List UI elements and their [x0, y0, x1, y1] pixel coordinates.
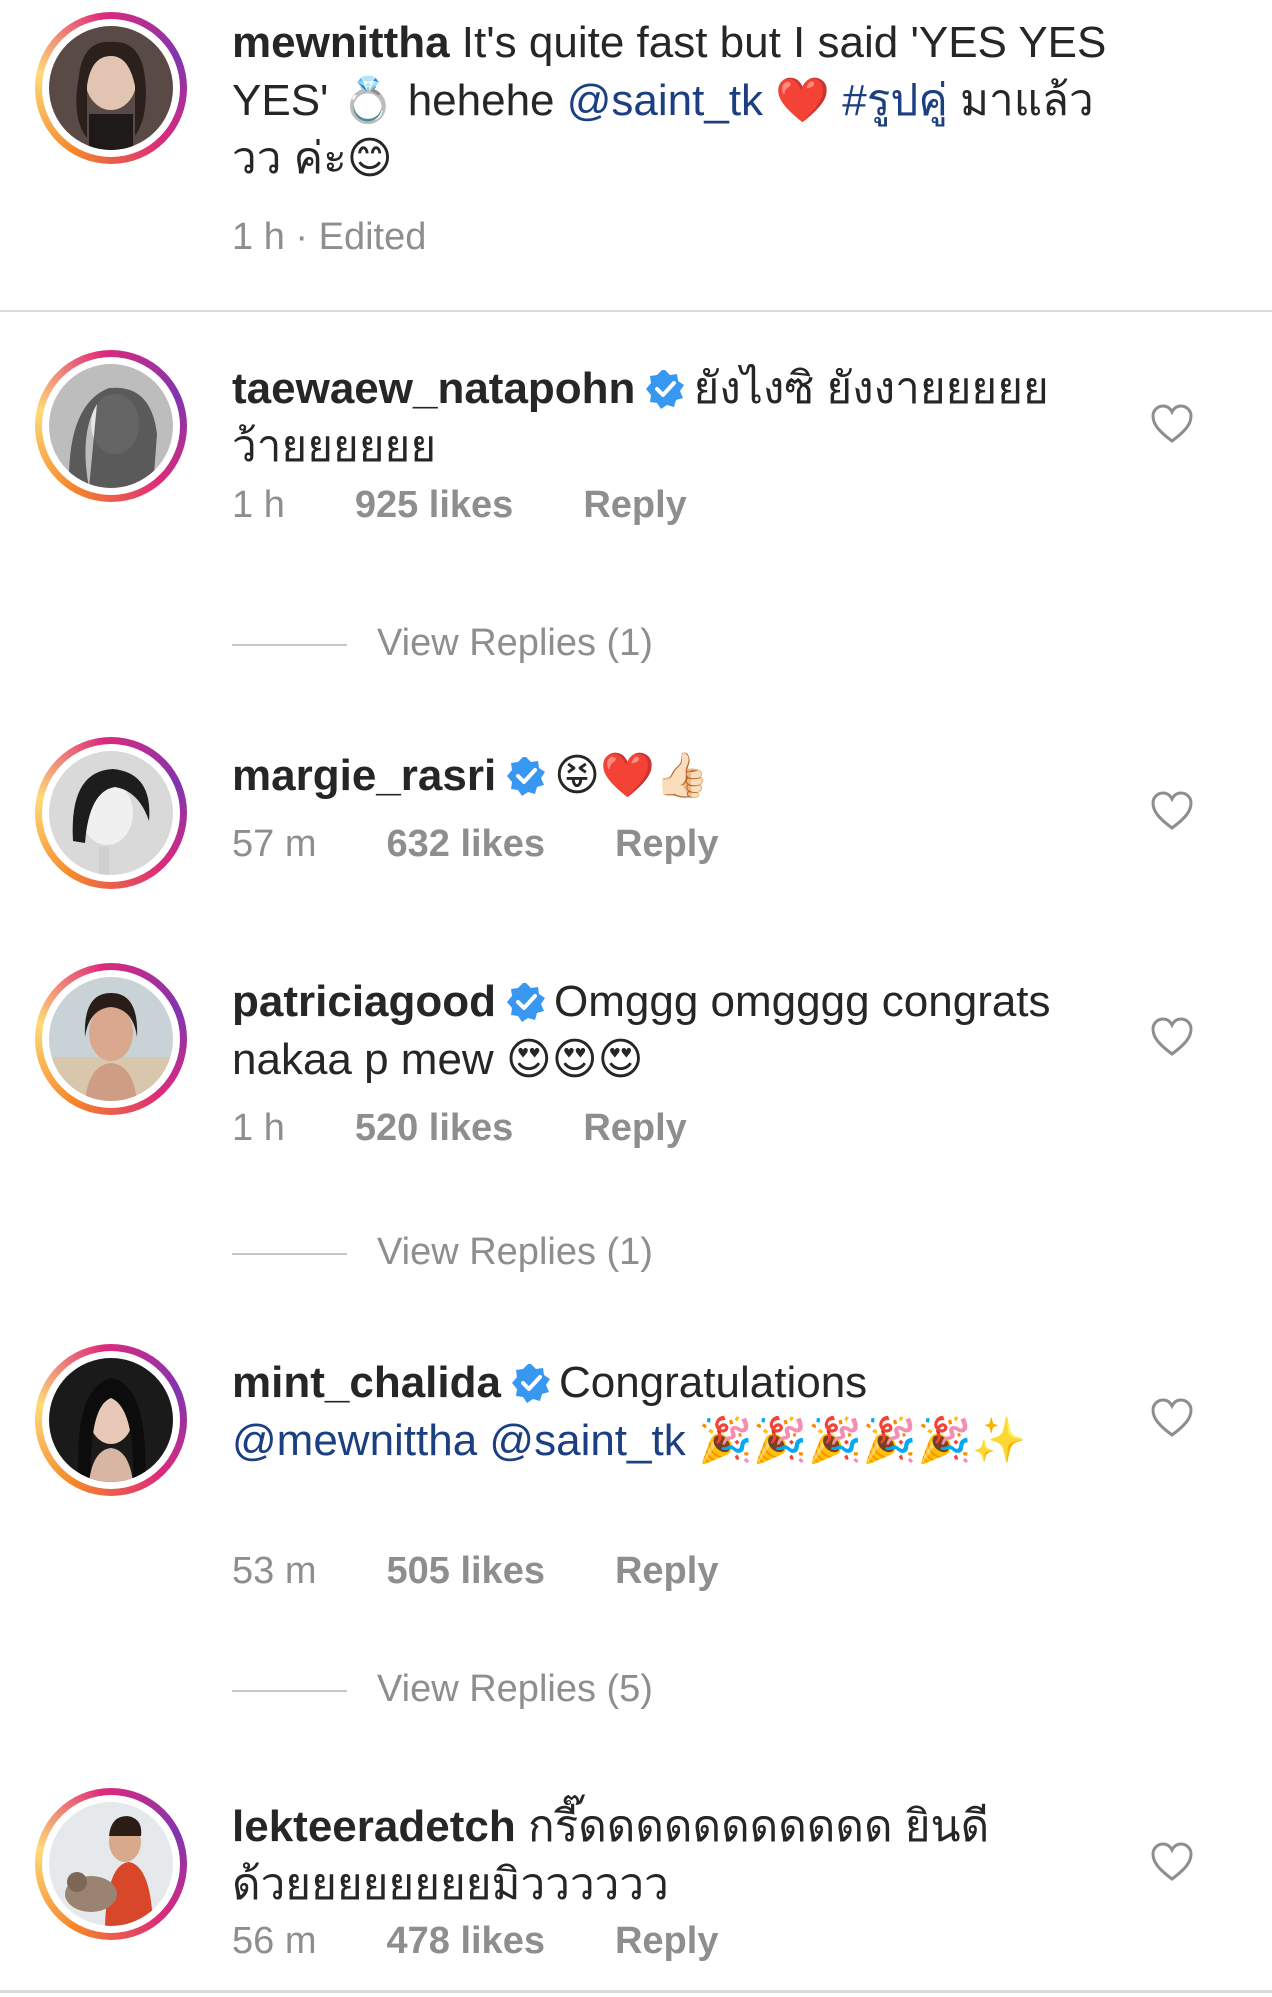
heart-emoji: ❤️ [763, 76, 843, 125]
avatar-mewnittha[interactable] [35, 12, 187, 164]
view-replies-button[interactable]: View Replies (1) [232, 622, 653, 665]
celebration-emoji: 🎉🎉🎉🎉🎉✨ [685, 1416, 1027, 1465]
caption-divider [0, 310, 1272, 312]
post-caption: mewnittha It's quite fast but I said 'YE… [0, 0, 1272, 310]
comment-likes[interactable]: 520 likes [355, 1107, 513, 1150]
comment-text: 😝❤️👍🏻 [554, 751, 710, 800]
avatar-patriciagood[interactable] [35, 963, 187, 1115]
view-replies-button[interactable]: View Replies (5) [232, 1668, 653, 1711]
verified-badge-icon [511, 1364, 550, 1403]
comment-meta: 56 m 478 likes Reply [232, 1920, 718, 1963]
mention-mewnittha[interactable]: @mewnittha [232, 1416, 477, 1465]
comment-meta: 1 h 520 likes Reply [232, 1107, 687, 1150]
avatar-lekteeradetch[interactable] [35, 1788, 187, 1940]
comment-time: 1 h [232, 1107, 285, 1149]
caption-username[interactable]: mewnittha [232, 18, 450, 67]
view-replies-line [232, 1252, 347, 1255]
reply-button[interactable]: Reply [615, 823, 718, 866]
mention-saint-tk[interactable]: @saint_tk [477, 1416, 685, 1465]
like-heart-icon[interactable] [1150, 404, 1194, 444]
view-replies-line [232, 643, 347, 646]
view-replies-line [232, 1689, 347, 1692]
reply-button[interactable]: Reply [583, 484, 686, 527]
caption-timestamp: 1 h · Edited [232, 216, 427, 258]
comment-username[interactable]: mint_chalida [232, 1358, 501, 1407]
like-heart-icon[interactable] [1150, 1842, 1194, 1882]
avatar-mint-chalida[interactable] [35, 1344, 187, 1496]
instagram-comments-view: mewnittha It's quite fast but I said 'YE… [0, 0, 1272, 1997]
like-heart-icon[interactable] [1150, 791, 1194, 831]
hashtag[interactable]: #รูปคู่ [842, 76, 947, 125]
comment-time: 53 m [232, 1550, 317, 1592]
comment-time: 56 m [232, 1920, 317, 1962]
reply-button[interactable]: Reply [615, 1920, 718, 1963]
comment-username[interactable]: patriciagood [232, 977, 496, 1026]
mention-saint-tk[interactable]: @saint_tk [567, 76, 763, 125]
comment-meta: 1 h 925 likes Reply [232, 484, 687, 527]
comment-likes[interactable]: 505 likes [386, 1550, 544, 1593]
comment-time: 57 m [232, 823, 317, 865]
ring-emoji: 💍 [340, 76, 396, 125]
like-heart-icon[interactable] [1150, 1398, 1194, 1438]
like-heart-icon[interactable] [1150, 1017, 1194, 1057]
comment-username[interactable]: taewaew_natapohn [232, 364, 635, 413]
comment-likes[interactable]: 478 likes [386, 1920, 544, 1963]
comment-likes[interactable]: 632 likes [386, 823, 544, 866]
view-replies-button[interactable]: View Replies (1) [232, 1231, 653, 1274]
bottom-divider [0, 1990, 1272, 1993]
comment-username[interactable]: lekteeradetch [232, 1802, 516, 1851]
comment-meta: 53 m 505 likes Reply [232, 1550, 718, 1593]
reply-button[interactable]: Reply [615, 1550, 718, 1593]
smile-emoji: 😊 [346, 134, 393, 183]
reply-button[interactable]: Reply [583, 1107, 686, 1150]
comment-likes[interactable]: 925 likes [355, 484, 513, 527]
verified-badge-icon [646, 370, 685, 409]
verified-badge-icon [507, 757, 546, 796]
avatar-margie[interactable] [35, 737, 187, 889]
comment-username[interactable]: margie_rasri [232, 751, 496, 800]
comment-time: 1 h [232, 484, 285, 526]
comment-meta: 57 m 632 likes Reply [232, 823, 718, 866]
avatar-taewaew[interactable] [35, 350, 187, 502]
verified-badge-icon [507, 983, 546, 1022]
caption-text: mewnittha It's quite fast but I said 'YE… [232, 18, 1107, 183]
comment-text: Congratulations [558, 1358, 868, 1407]
